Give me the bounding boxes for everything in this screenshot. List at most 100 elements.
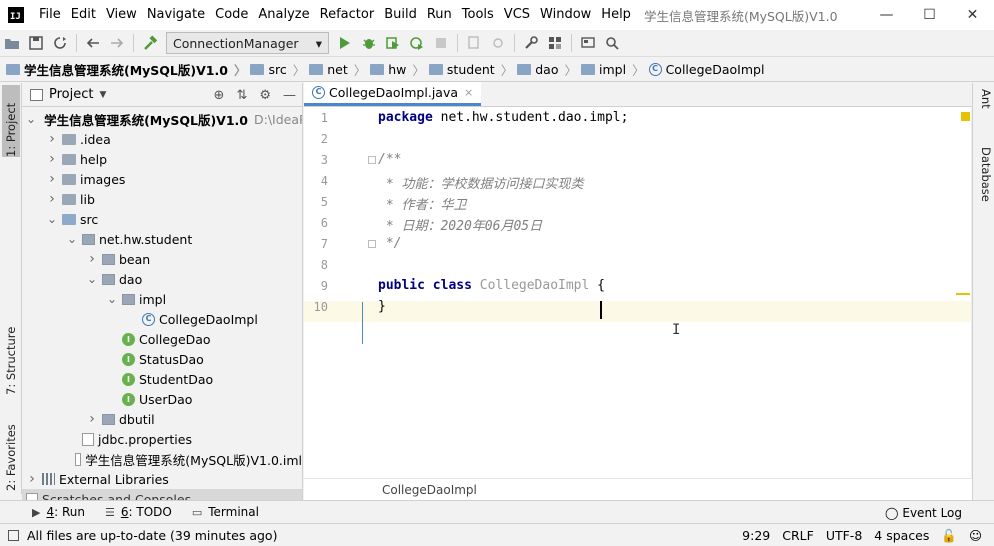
code-line[interactable]: * 功能：学校数据访问接口实现类 (378, 173, 584, 192)
menu-item-window[interactable]: Window (535, 0, 596, 30)
tree-item[interactable]: › External Libraries (22, 469, 302, 489)
chevron-down-icon[interactable]: ⌄ (26, 113, 36, 125)
inspection-status-icon[interactable] (961, 112, 970, 121)
tree-item[interactable]: › images (22, 169, 302, 189)
tab-collegedaoimpl[interactable]: C CollegeDaoImpl.java × (304, 82, 482, 106)
tab-favorites[interactable]: 2: Favorites (2, 409, 20, 491)
tree-item[interactable]: C CollegeDaoImpl (22, 309, 302, 329)
back-arrow-icon[interactable] (81, 31, 105, 55)
tree-item[interactable]: 学生信息管理系统(MySQL版)V1.0.iml (22, 449, 302, 469)
close-icon[interactable]: × (464, 86, 473, 99)
presentation-mode-icon[interactable] (576, 31, 600, 55)
menu-item-help[interactable]: Help (596, 0, 636, 30)
tree-item[interactable]: Scratches and Consoles (22, 489, 302, 500)
menu-item-refactor[interactable]: Refactor (315, 0, 380, 30)
chevron-right-icon[interactable]: › (46, 131, 58, 147)
tool-todo[interactable]: ☰ 6: TODO (105, 505, 172, 519)
vcs-update-icon[interactable] (462, 31, 486, 55)
minimize-button[interactable]: — (865, 0, 908, 30)
save-all-icon[interactable] (24, 31, 48, 55)
breadcrumb-item[interactable]: impl 〉 (581, 60, 645, 79)
code-text-area[interactable]: 1 package net.hw.student.dao.impl; 2 3/** 4 … (304, 108, 972, 478)
run-icon[interactable] (333, 31, 357, 55)
breadcrumb-item[interactable]: hw 〉 (370, 60, 425, 79)
forward-arrow-icon[interactable] (105, 31, 129, 55)
sync-icon[interactable] (48, 31, 72, 55)
tree-item[interactable]: ⌄ impl (22, 289, 302, 309)
collapse-all-icon[interactable]: ⇅ (236, 88, 247, 103)
chevron-down-icon[interactable]: ⌄ (66, 233, 78, 245)
code-line[interactable]: * 作者：华卫 (378, 194, 467, 213)
tab-database[interactable]: Database (975, 147, 993, 217)
code-line[interactable]: * 日期：2020年06月05日 (378, 215, 542, 234)
menu-item-build[interactable]: Build (379, 0, 422, 30)
tab-project[interactable]: 1: Project (2, 85, 20, 157)
hide-panel-icon[interactable]: — (283, 88, 296, 103)
tree-item[interactable]: I UserDao (22, 389, 302, 409)
menu-item-vcs[interactable]: VCS (499, 0, 535, 30)
chevron-right-icon[interactable]: › (26, 471, 38, 487)
tree-item[interactable]: ⌄ dao (22, 269, 302, 289)
editor-breadcrumb-item[interactable]: CollegeDaoImpl (382, 483, 477, 497)
toggle-tool-windows-icon[interactable] (8, 529, 19, 541)
settings-wrench-icon[interactable] (519, 31, 543, 55)
tree-item[interactable]: I CollegeDao (22, 329, 302, 349)
menu-item-analyze[interactable]: Analyze (253, 0, 314, 30)
code-line[interactable]: } (378, 299, 386, 314)
inspector-icon[interactable]: ☺ (969, 528, 982, 543)
tree-item[interactable]: ⌄ 学生信息管理系统(MySQL版)V1.0 D:\IdeaP (22, 109, 302, 129)
tree-item[interactable]: I StudentDao (22, 369, 302, 389)
tree-item[interactable]: › bean (22, 249, 302, 269)
project-structure-icon[interactable] (543, 31, 567, 55)
tree-item[interactable]: ⌄ src (22, 209, 302, 229)
lock-icon[interactable]: 🔓 (941, 528, 957, 544)
chevron-right-icon[interactable]: › (46, 191, 58, 207)
breadcrumb-item[interactable]: src 〉 (250, 60, 305, 79)
chevron-down-icon[interactable]: ▼ (99, 90, 106, 100)
vcs-commit-icon[interactable] (486, 31, 510, 55)
tab-structure[interactable]: 7: Structure (2, 311, 20, 395)
breadcrumb-item[interactable]: dao 〉 (517, 60, 577, 79)
open-folder-icon[interactable] (0, 31, 24, 55)
code-line[interactable]: public class CollegeDaoImpl { (378, 278, 605, 293)
debug-icon[interactable] (357, 31, 381, 55)
tree-item[interactable]: I StatusDao (22, 349, 302, 369)
tree-item[interactable]: › .idea (22, 129, 302, 149)
tree-item[interactable]: › dbutil (22, 409, 302, 429)
search-icon[interactable] (600, 31, 624, 55)
locate-target-icon[interactable]: ⊕ (214, 88, 225, 103)
code-line[interactable]: package net.hw.student.dao.impl; (378, 110, 628, 125)
stop-icon[interactable] (429, 31, 453, 55)
breadcrumb-item[interactable]: C CollegeDaoImpl (648, 62, 764, 77)
tool-terminal[interactable]: ▭ Terminal (192, 505, 259, 519)
line-separator[interactable]: CRLF (782, 528, 814, 543)
menu-item-view[interactable]: View (101, 0, 142, 30)
run-with-coverage-icon[interactable] (381, 31, 405, 55)
tool-event-log[interactable]: ◯ Event Log (885, 501, 962, 524)
fold-toggle-icon[interactable] (368, 240, 376, 248)
chevron-right-icon[interactable]: › (86, 411, 98, 427)
breadcrumb-item[interactable]: 学生信息管理系统(MySQL版)V1.0 〉 (6, 60, 246, 79)
menu-item-navigate[interactable]: Navigate (142, 0, 210, 30)
chevron-down-icon[interactable]: ⌄ (46, 213, 58, 225)
menu-item-file[interactable]: File (34, 0, 66, 30)
file-encoding[interactable]: UTF-8 (826, 528, 862, 543)
run-configuration-select[interactable]: ConnectionManager ▾ (166, 32, 329, 54)
close-button[interactable]: ✕ (951, 0, 994, 30)
tab-ant[interactable]: Ant (975, 89, 993, 129)
tree-item[interactable]: ⌄ net.hw.student (22, 229, 302, 249)
chevron-right-icon[interactable]: › (46, 171, 58, 187)
menu-item-tools[interactable]: Tools (457, 0, 499, 30)
fold-toggle-icon[interactable] (368, 156, 376, 164)
menu-item-code[interactable]: Code (210, 0, 253, 30)
tool-run[interactable]: ▶ 4: Run (32, 505, 85, 519)
gear-icon[interactable]: ⚙ (259, 88, 271, 103)
profile-icon[interactable] (405, 31, 429, 55)
caret-position[interactable]: 9:29 (742, 528, 770, 543)
chevron-right-icon[interactable]: › (46, 151, 58, 167)
project-panel-title[interactable]: Project (49, 87, 93, 102)
menu-item-run[interactable]: Run (422, 0, 457, 30)
code-line[interactable]: */ (378, 236, 402, 251)
tree-item[interactable]: › help (22, 149, 302, 169)
chevron-right-icon[interactable]: › (86, 251, 98, 267)
